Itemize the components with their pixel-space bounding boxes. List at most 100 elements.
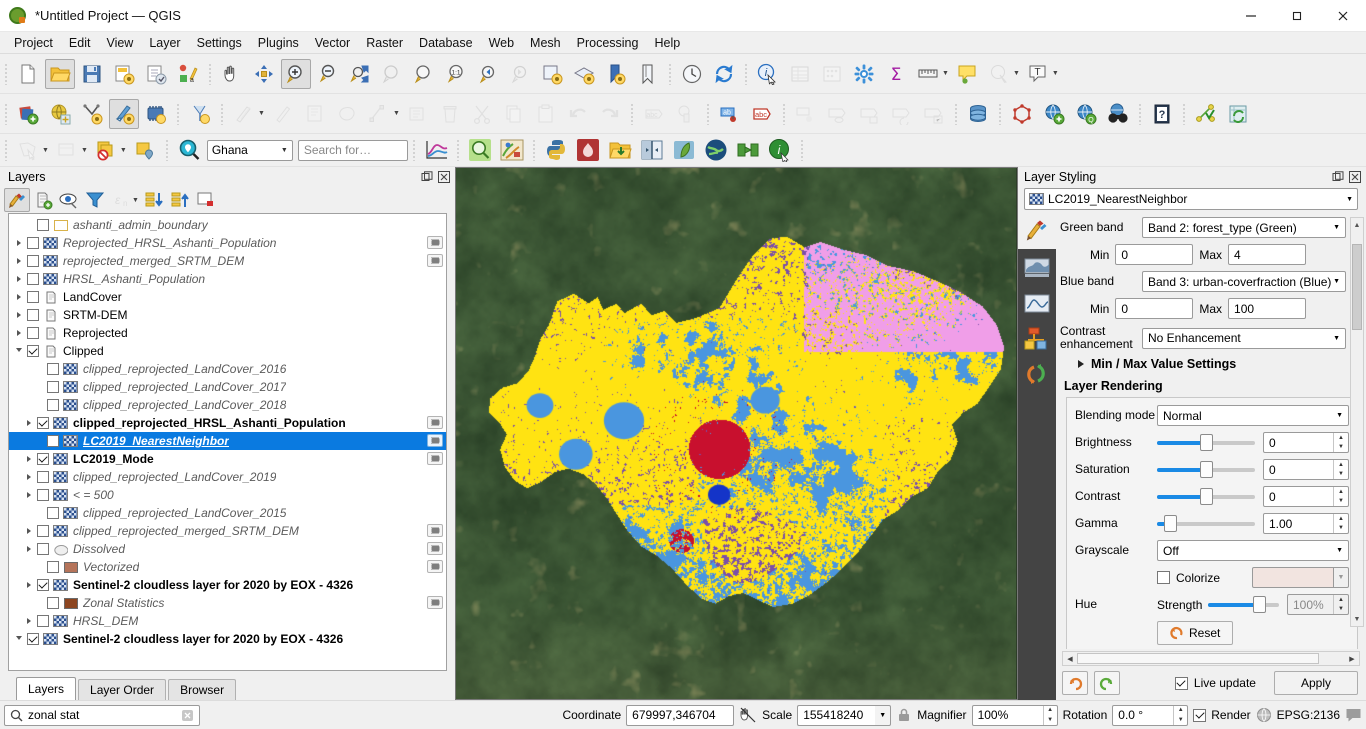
- select-value-icon[interactable]: [130, 135, 160, 165]
- styling-horizontal-scrollbar[interactable]: ◀ ▶: [1062, 651, 1360, 666]
- current-edits-icon[interactable]: [229, 99, 259, 129]
- saturation-spinbox[interactable]: 0 ▲ ▼: [1263, 459, 1349, 480]
- spin-up-icon[interactable]: ▲: [1174, 706, 1187, 716]
- strength-spinbox[interactable]: 100% ▲ ▼: [1287, 594, 1349, 615]
- paste-features-icon[interactable]: [531, 99, 561, 129]
- change-label-icon[interactable]: [887, 99, 917, 129]
- brightness-spinbox[interactable]: 0 ▲ ▼: [1263, 432, 1349, 453]
- new-project-icon[interactable]: [13, 59, 43, 89]
- processing-toolbox-icon[interactable]: [849, 59, 879, 89]
- toolbar-sep-11[interactable]: [1136, 101, 1144, 127]
- layer-visibility-checkbox[interactable]: [37, 471, 49, 483]
- freehand-raster-icon[interactable]: [573, 135, 603, 165]
- magnifier-spinbox[interactable]: 100% ▲ ▼: [971, 704, 1058, 726]
- expand-toggle-icon[interactable]: [23, 612, 35, 630]
- layer-row[interactable]: clipped_reprojected_LandCover_2019: [9, 468, 446, 486]
- filter-legend-expression-icon[interactable]: εn: [108, 188, 134, 212]
- collapse-all-icon[interactable]: [167, 188, 193, 212]
- toolbar-sep-7[interactable]: [704, 101, 712, 127]
- qgis2web-icon[interactable]: [497, 135, 527, 165]
- blending-mode-combo[interactable]: Normal ▼: [1157, 405, 1349, 426]
- deselect-dropdown-icon[interactable]: ▼: [120, 147, 129, 154]
- expand-toggle-icon[interactable]: [23, 576, 35, 594]
- show-bookmarks-icon[interactable]: [601, 59, 631, 89]
- measure-line-icon[interactable]: [913, 59, 943, 89]
- layer-visibility-checkbox[interactable]: [37, 453, 49, 465]
- layer-visibility-checkbox[interactable]: [27, 273, 39, 285]
- filter-legend-icon[interactable]: [82, 188, 108, 212]
- search-layers-icon[interactable]: [465, 135, 495, 165]
- measure-dropdown-icon[interactable]: ▼: [942, 70, 951, 77]
- spin-up-icon[interactable]: ▲: [1334, 487, 1348, 497]
- layer-visibility-checkbox[interactable]: [27, 309, 39, 321]
- spin-down-icon[interactable]: ▼: [1334, 524, 1348, 534]
- add-mesh-layer-icon[interactable]: [141, 99, 171, 129]
- zoom-in-icon[interactable]: [281, 58, 311, 89]
- undo-button[interactable]: [1062, 671, 1088, 695]
- expand-toggle-icon[interactable]: [13, 252, 25, 270]
- toolbar-sep-15[interactable]: [454, 137, 462, 163]
- capture-coordinate-icon[interactable]: [739, 706, 757, 724]
- expand-toggle-icon[interactable]: [13, 234, 25, 252]
- scroll-left-icon[interactable]: ◀: [1063, 652, 1077, 665]
- layer-visibility-checkbox[interactable]: [37, 615, 49, 627]
- map-tips-icon[interactable]: [952, 59, 982, 89]
- spin-down-icon[interactable]: ▼: [1044, 715, 1057, 725]
- spin-down-icon[interactable]: ▼: [1334, 605, 1348, 615]
- field-calculator-icon[interactable]: Σ: [881, 59, 911, 89]
- live-update-checkbox[interactable]: [1174, 676, 1188, 690]
- toolbar-sep-2[interactable]: [666, 61, 674, 87]
- layer-row[interactable]: HRSL_DEM: [9, 612, 446, 630]
- symbology-icon[interactable]: [1018, 213, 1056, 249]
- layer-row[interactable]: Zonal Statistics: [9, 594, 446, 612]
- expand-toggle-icon[interactable]: [23, 414, 35, 432]
- toolbar-handle[interactable]: [2, 61, 10, 87]
- spin-down-icon[interactable]: ▼: [1334, 443, 1348, 453]
- menu-processing[interactable]: Processing: [569, 34, 647, 52]
- expand-toggle-icon[interactable]: [13, 306, 25, 324]
- layer-row[interactable]: clipped_reprojected_LandCover_2018: [9, 396, 446, 414]
- layer-row[interactable]: reprojected_merged_SRTM_DEM: [9, 252, 446, 270]
- map-render[interactable]: [456, 168, 1016, 699]
- add-vector-layer-icon[interactable]: [13, 99, 43, 129]
- add-group-icon[interactable]: [30, 188, 56, 212]
- python-console-icon[interactable]: [541, 135, 571, 165]
- menu-project[interactable]: Project: [6, 34, 61, 52]
- select-by-area-icon[interactable]: [13, 135, 43, 165]
- toolbar-sep-6[interactable]: [628, 101, 636, 127]
- expand-toggle-icon[interactable]: [23, 540, 35, 558]
- saturation-slider[interactable]: [1157, 459, 1255, 480]
- collapse-toggle-icon[interactable]: [13, 630, 25, 648]
- colorize-color-dropdown-icon[interactable]: ▼: [1334, 567, 1349, 588]
- toolbar-sep-13[interactable]: [163, 137, 171, 163]
- show-hide-labels-icon[interactable]: [823, 99, 853, 129]
- vertex-tool-icon[interactable]: [364, 99, 394, 129]
- layer-visibility-checkbox[interactable]: [27, 327, 39, 339]
- spin-down-icon[interactable]: ▼: [1334, 497, 1348, 507]
- region-combo[interactable]: Ghana ▼: [206, 139, 293, 161]
- pan-to-selection-icon[interactable]: [249, 59, 279, 89]
- layer-indicator-icon[interactable]: [427, 542, 443, 555]
- spin-up-icon[interactable]: ▲: [1334, 514, 1348, 524]
- layer-row[interactable]: LC2019_NearestNeighbor: [9, 432, 446, 450]
- toolbar-sep-9[interactable]: [952, 101, 960, 127]
- new-3d-map-view-icon[interactable]: [569, 59, 599, 89]
- pan-map-icon[interactable]: [217, 59, 247, 89]
- zoom-to-layer-icon[interactable]: [409, 59, 439, 89]
- toolbar-sep-5[interactable]: [218, 101, 226, 127]
- layer-indicator-icon[interactable]: [427, 416, 443, 429]
- scroll-thumb[interactable]: [1352, 244, 1362, 330]
- layer-tree[interactable]: ashanti_admin_boundary Reprojected_HRSL_A…: [8, 213, 447, 671]
- toolbar-sep-4[interactable]: [174, 101, 182, 127]
- menu-plugins[interactable]: Plugins: [250, 34, 307, 52]
- copy-features-icon[interactable]: [499, 99, 529, 129]
- layer-visibility-checkbox[interactable]: [37, 543, 49, 555]
- layer-visibility-checkbox[interactable]: [27, 345, 39, 357]
- save-project-icon[interactable]: [77, 59, 107, 89]
- open-project-icon[interactable]: [45, 58, 75, 89]
- toolbar-sep-1[interactable]: [206, 61, 214, 87]
- layer-row[interactable]: clipped_reprojected_LandCover_2016: [9, 360, 446, 378]
- identify-features-icon[interactable]: i: [753, 59, 783, 89]
- save-project-as-icon[interactable]: [109, 59, 139, 89]
- messages-icon[interactable]: [1345, 707, 1362, 723]
